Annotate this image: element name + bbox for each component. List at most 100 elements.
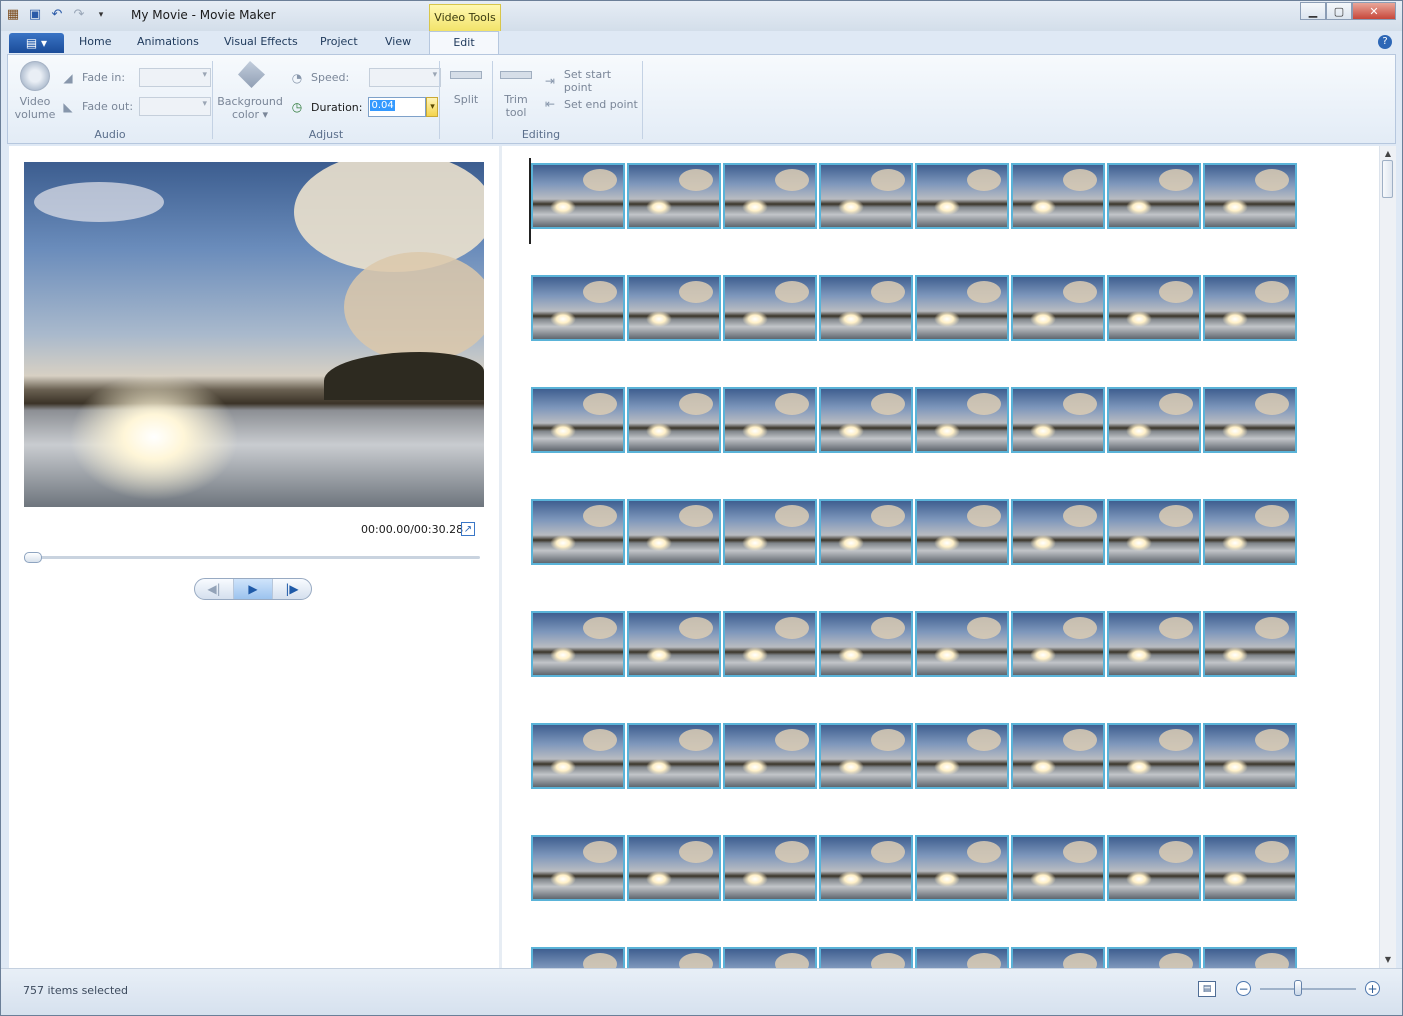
storyboard[interactable] bbox=[502, 146, 1379, 968]
clip-thumbnail[interactable] bbox=[819, 611, 913, 677]
tab-visual-effects[interactable]: Visual Effects bbox=[224, 35, 298, 48]
zoom-in-button[interactable]: + bbox=[1365, 981, 1380, 996]
clip-thumbnail[interactable] bbox=[915, 387, 1009, 453]
clip-thumbnail[interactable] bbox=[915, 723, 1009, 789]
clip-thumbnail[interactable] bbox=[531, 835, 625, 901]
clip-thumbnail[interactable] bbox=[723, 835, 817, 901]
clip-thumbnail[interactable] bbox=[915, 275, 1009, 341]
clip-thumbnail[interactable] bbox=[1203, 723, 1297, 789]
clip-thumbnail[interactable] bbox=[819, 947, 913, 968]
clip-thumbnail[interactable] bbox=[819, 723, 913, 789]
clip-thumbnail[interactable] bbox=[915, 835, 1009, 901]
clip-thumbnail[interactable] bbox=[627, 499, 721, 565]
scrollbar-thumb[interactable] bbox=[1382, 160, 1393, 198]
clip-thumbnail[interactable] bbox=[1011, 163, 1105, 229]
minimize-button[interactable]: ▁ bbox=[1300, 2, 1326, 20]
clip-thumbnail[interactable] bbox=[1011, 947, 1105, 968]
clip-thumbnail[interactable] bbox=[819, 275, 913, 341]
tab-edit[interactable]: Edit bbox=[429, 31, 499, 54]
clip-thumbnail[interactable] bbox=[1203, 835, 1297, 901]
expand-preview-icon[interactable]: ↗ bbox=[461, 522, 475, 536]
next-frame-button[interactable]: |▶ bbox=[273, 579, 311, 599]
thumbnail-size-icon[interactable]: ▤ bbox=[1198, 981, 1216, 997]
tab-home[interactable]: Home bbox=[79, 35, 111, 48]
clip-thumbnail[interactable] bbox=[915, 611, 1009, 677]
clip-thumbnail[interactable] bbox=[1203, 387, 1297, 453]
clip-thumbnail[interactable] bbox=[915, 499, 1009, 565]
maximize-button[interactable]: ▢ bbox=[1326, 2, 1352, 20]
clip-thumbnail[interactable] bbox=[531, 723, 625, 789]
speed-combo[interactable] bbox=[369, 68, 442, 87]
clip-thumbnail[interactable] bbox=[1107, 835, 1201, 901]
clip-thumbnail[interactable] bbox=[1107, 275, 1201, 341]
tab-view[interactable]: View bbox=[385, 35, 411, 48]
clip-thumbnail[interactable] bbox=[819, 387, 913, 453]
clip-thumbnail[interactable] bbox=[723, 499, 817, 565]
clip-thumbnail[interactable] bbox=[819, 163, 913, 229]
tab-project[interactable]: Project bbox=[320, 35, 358, 48]
clip-thumbnail[interactable] bbox=[819, 835, 913, 901]
clip-thumbnail[interactable] bbox=[1203, 275, 1297, 341]
clip-thumbnail[interactable] bbox=[723, 611, 817, 677]
clip-thumbnail[interactable] bbox=[627, 835, 721, 901]
clip-thumbnail[interactable] bbox=[1107, 163, 1201, 229]
clip-thumbnail[interactable] bbox=[1011, 723, 1105, 789]
clip-thumbnail[interactable] bbox=[627, 275, 721, 341]
clip-thumbnail[interactable] bbox=[1203, 611, 1297, 677]
clip-thumbnail[interactable] bbox=[1203, 499, 1297, 565]
clip-thumbnail[interactable] bbox=[1107, 499, 1201, 565]
clip-thumbnail[interactable] bbox=[723, 723, 817, 789]
split-button[interactable]: Split bbox=[448, 71, 484, 106]
clip-thumbnail[interactable] bbox=[531, 611, 625, 677]
clip-thumbnail[interactable] bbox=[1011, 275, 1105, 341]
clip-thumbnail[interactable] bbox=[1203, 163, 1297, 229]
clip-thumbnail[interactable] bbox=[1011, 835, 1105, 901]
trim-tool-button[interactable]: Trim tool bbox=[498, 71, 534, 119]
tab-animations[interactable]: Animations bbox=[137, 35, 199, 48]
clip-thumbnail[interactable] bbox=[531, 275, 625, 341]
duration-dropdown-button[interactable]: ▾ bbox=[426, 97, 439, 117]
save-icon[interactable]: ▣ bbox=[27, 7, 43, 23]
dropdown-arrow-icon[interactable]: ▾ bbox=[93, 7, 109, 23]
fade-in-combo[interactable] bbox=[139, 68, 212, 87]
clip-thumbnail[interactable] bbox=[627, 387, 721, 453]
scroll-down-icon[interactable]: ▼ bbox=[1380, 952, 1396, 968]
fade-out-combo[interactable] bbox=[139, 97, 212, 116]
clip-thumbnail[interactable] bbox=[915, 163, 1009, 229]
undo-icon[interactable]: ↶ bbox=[49, 7, 65, 23]
clip-thumbnail[interactable] bbox=[627, 611, 721, 677]
clip-thumbnail[interactable] bbox=[915, 947, 1009, 968]
app-menu-button[interactable]: ▤ ▾ bbox=[9, 33, 64, 53]
clip-thumbnail[interactable] bbox=[1107, 723, 1201, 789]
play-button[interactable]: ▶ bbox=[234, 579, 273, 599]
duration-input[interactable]: 0.04 bbox=[368, 97, 427, 117]
clip-thumbnail[interactable] bbox=[627, 723, 721, 789]
clip-thumbnail[interactable] bbox=[1107, 387, 1201, 453]
clip-thumbnail[interactable] bbox=[723, 387, 817, 453]
clip-thumbnail[interactable] bbox=[723, 275, 817, 341]
seek-bar-track[interactable] bbox=[24, 556, 480, 559]
close-button[interactable]: ✕ bbox=[1352, 2, 1396, 20]
vertical-scrollbar[interactable]: ▲ ▼ bbox=[1379, 146, 1396, 968]
clip-thumbnail[interactable] bbox=[531, 387, 625, 453]
clip-thumbnail[interactable] bbox=[1011, 499, 1105, 565]
help-icon[interactable]: ? bbox=[1378, 35, 1392, 49]
video-volume-button[interactable]: Video volume bbox=[14, 61, 56, 121]
seek-bar-thumb[interactable] bbox=[24, 552, 42, 563]
clip-thumbnail[interactable] bbox=[627, 163, 721, 229]
background-color-button[interactable]: Background color ▾ bbox=[217, 61, 283, 121]
clip-thumbnail[interactable] bbox=[531, 947, 625, 968]
clip-thumbnail[interactable] bbox=[723, 163, 817, 229]
clip-thumbnail[interactable] bbox=[531, 499, 625, 565]
clip-thumbnail[interactable] bbox=[1107, 611, 1201, 677]
film-icon[interactable]: ▦ bbox=[5, 7, 21, 23]
zoom-slider-knob[interactable] bbox=[1294, 980, 1303, 996]
clip-thumbnail[interactable] bbox=[627, 947, 721, 968]
clip-thumbnail[interactable] bbox=[723, 947, 817, 968]
clip-thumbnail[interactable] bbox=[819, 499, 913, 565]
zoom-out-button[interactable]: − bbox=[1236, 981, 1251, 996]
video-preview[interactable] bbox=[24, 162, 484, 507]
clip-thumbnail[interactable] bbox=[531, 163, 625, 229]
clip-thumbnail[interactable] bbox=[1107, 947, 1201, 968]
clip-thumbnail[interactable] bbox=[1011, 387, 1105, 453]
